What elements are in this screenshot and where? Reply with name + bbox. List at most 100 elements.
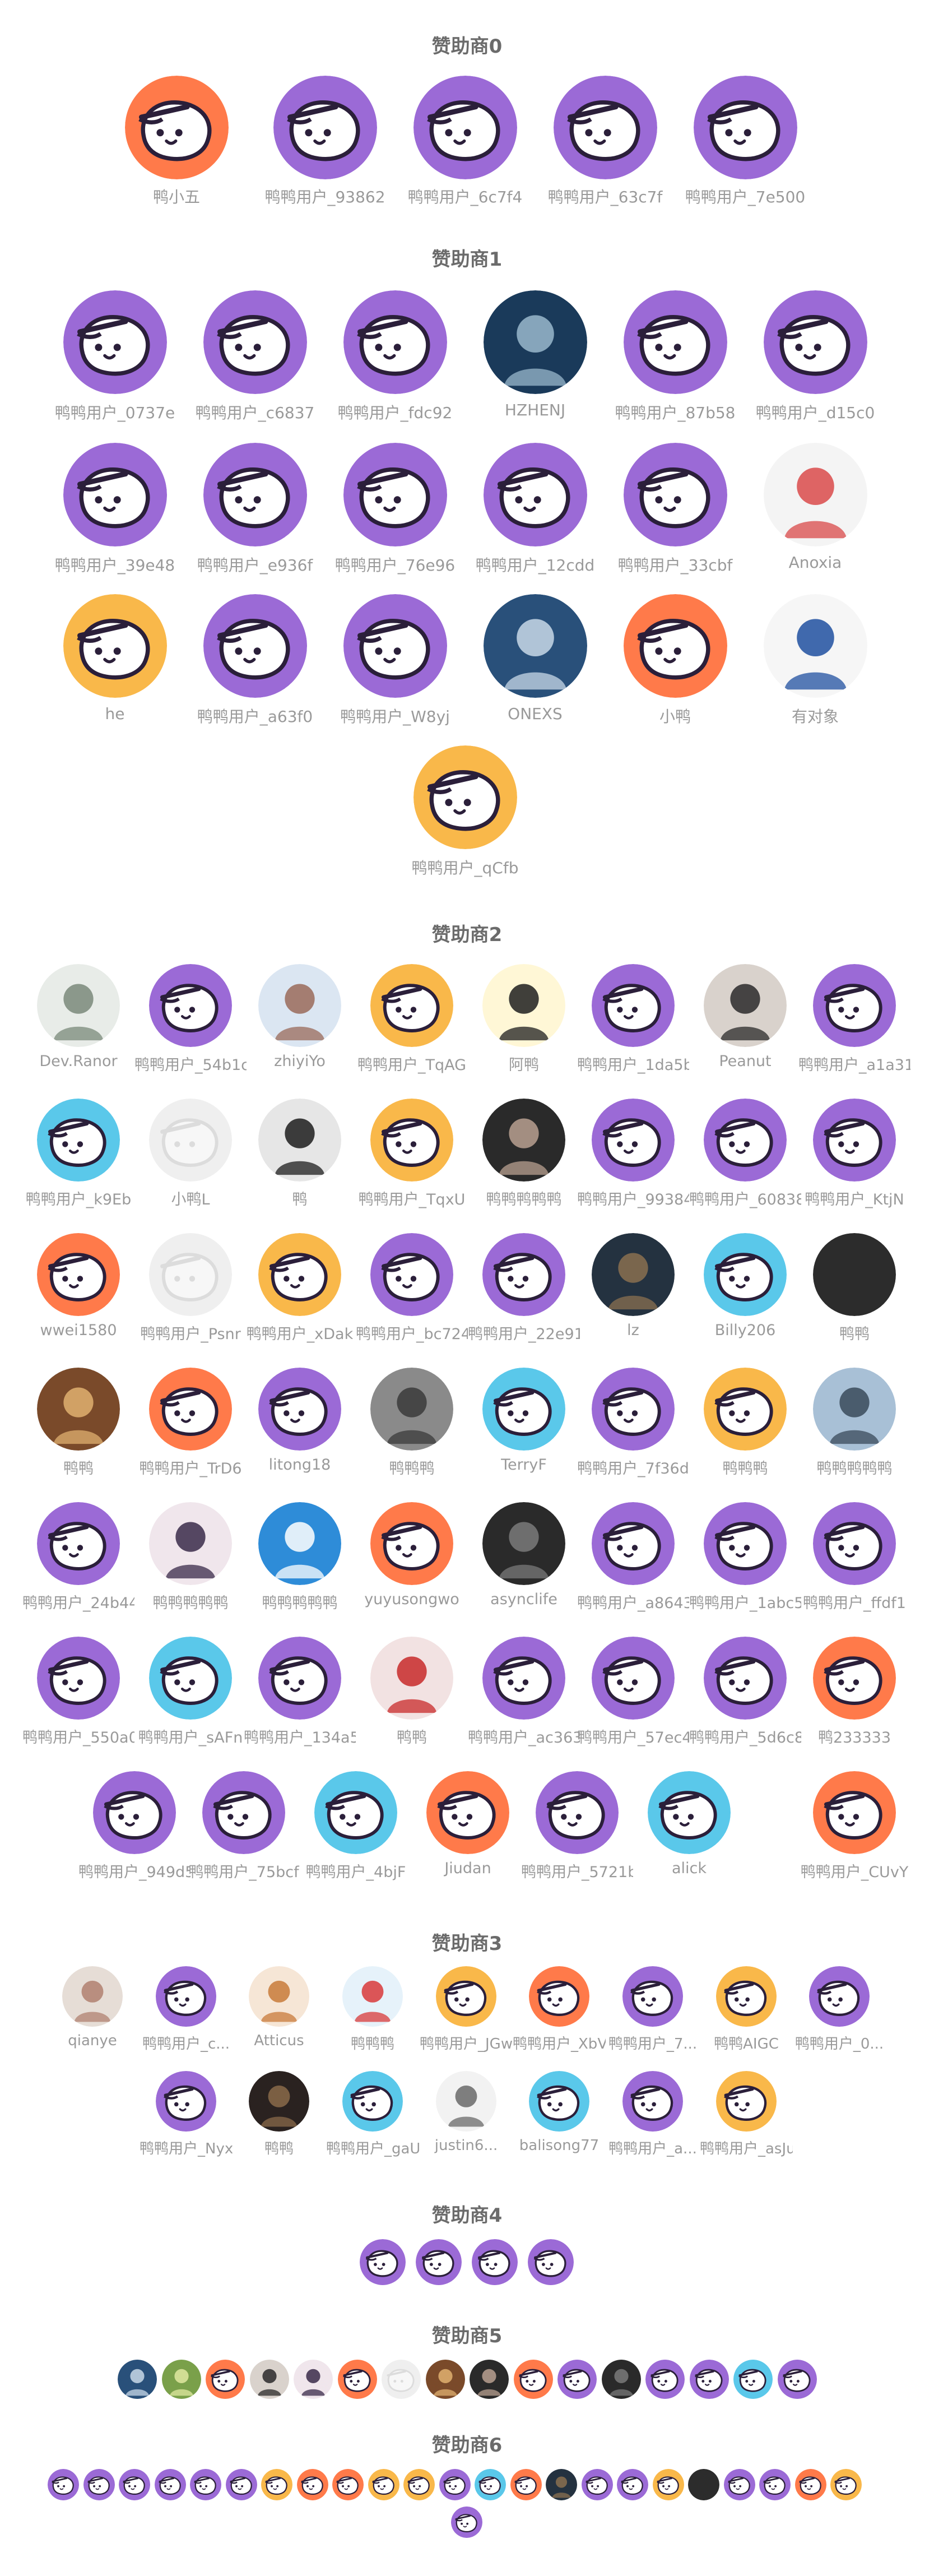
- duck-orange-avatar-icon[interactable]: [124, 76, 229, 179]
- sponsor-user[interactable]: 鸭鸭用户_5721b: [521, 1771, 633, 1882]
- duck-purple-avatar-icon[interactable]: [156, 1966, 216, 2027]
- sponsor-user[interactable]: 鸭鸭用户_sAFn: [134, 1637, 247, 1748]
- sponsor-user[interactable]: 鸭鸭用户_22e91: [468, 1233, 580, 1344]
- sponsor-user[interactable]: 小鸭: [605, 594, 745, 727]
- sponsor-user[interactable]: justin6...: [420, 2071, 513, 2160]
- sponsor-user[interactable]: 鸭鸭用户_XbV...: [513, 1966, 606, 2055]
- duck-purple-avatar-icon[interactable]: [704, 1637, 787, 1720]
- duck-cyan-avatar-icon[interactable]: [342, 2071, 403, 2132]
- duck-purple-avatar-icon[interactable]: [343, 290, 447, 394]
- photo-anime-girl-avatar-icon[interactable]: [294, 2360, 333, 2399]
- duck-yellow-avatar-icon[interactable]: [63, 594, 167, 698]
- duck-purple-avatar-icon[interactable]: [704, 1099, 787, 1182]
- duck-purple-avatar-icon[interactable]: [592, 1637, 675, 1720]
- duck-cyan-avatar-icon[interactable]: [704, 1233, 787, 1316]
- sponsor-user[interactable]: 鸭鸭用户_4bjF: [300, 1771, 412, 1882]
- sponsor-user[interactable]: Peanut: [689, 964, 801, 1075]
- sponsor-user[interactable]: asynclife: [468, 1502, 580, 1613]
- duck-purple-avatar-icon[interactable]: [557, 2360, 597, 2399]
- duck-orange-avatar-icon[interactable]: [426, 1771, 509, 1854]
- sponsor-user[interactable]: he: [45, 594, 185, 727]
- photo-flower-avatar-icon[interactable]: [62, 1966, 123, 2027]
- sponsor-user[interactable]: litong18: [244, 1368, 356, 1479]
- duck-purple-avatar-icon[interactable]: [723, 2469, 755, 2500]
- photo-badge-avatar-icon[interactable]: [763, 594, 867, 698]
- sponsor-user[interactable]: 鸭鸭用户_93862: [255, 76, 395, 207]
- sponsor-user[interactable]: 鸭233333: [798, 1637, 910, 1748]
- duck-yellow-avatar-icon[interactable]: [261, 2469, 292, 2500]
- duck-purple-avatar-icon[interactable]: [203, 443, 307, 546]
- duck-gray-avatar-icon[interactable]: [149, 1099, 232, 1182]
- duck-purple-avatar-icon[interactable]: [343, 594, 447, 698]
- photo-gray-avatar-icon[interactable]: [482, 1502, 565, 1585]
- duck-dark-avatar-icon[interactable]: [813, 1233, 896, 1316]
- duck-orange-avatar-icon[interactable]: [337, 2360, 377, 2399]
- sponsor-user[interactable]: 鸭鸭用户_asJu: [700, 2071, 793, 2160]
- duck-purple-avatar-icon[interactable]: [592, 1368, 675, 1451]
- duck-purple-avatar-icon[interactable]: [119, 2469, 150, 2500]
- duck-purple-avatar-icon[interactable]: [759, 2469, 791, 2500]
- photo-boy-avatar-icon[interactable]: [704, 964, 787, 1047]
- duck-purple-avatar-icon[interactable]: [813, 1502, 896, 1585]
- duck-yellow-avatar-icon[interactable]: [368, 2469, 399, 2500]
- sponsor-user[interactable]: alick: [633, 1771, 745, 1882]
- photo-pika-avatar-icon[interactable]: [482, 964, 565, 1047]
- duck-purple-avatar-icon[interactable]: [581, 2469, 613, 2500]
- sponsor-user[interactable]: 鸭鸭AIGC: [700, 1966, 793, 2055]
- sponsor-user[interactable]: balisong77: [513, 2071, 606, 2160]
- sponsor-user[interactable]: Anoxia: [745, 443, 885, 576]
- photo-portrait-avatar-icon[interactable]: [470, 2360, 509, 2399]
- duck-yellow-avatar-icon[interactable]: [704, 1368, 787, 1451]
- duck-purple-avatar-icon[interactable]: [439, 2469, 471, 2500]
- sponsor-user[interactable]: 鸭鸭用户_57ec4: [577, 1637, 689, 1748]
- sponsor-user[interactable]: 鸭鸭用户_87b58: [605, 290, 745, 423]
- sponsor-user[interactable]: HZHENJ: [465, 290, 605, 423]
- photo-person-avatar-icon[interactable]: [483, 290, 587, 394]
- duck-purple-avatar-icon[interactable]: [528, 2239, 574, 2285]
- duck-purple-avatar-icon[interactable]: [777, 2360, 817, 2399]
- duck-purple-avatar-icon[interactable]: [592, 1099, 675, 1182]
- duck-cyan-avatar-icon[interactable]: [149, 1637, 232, 1720]
- duck-cyan-avatar-icon[interactable]: [529, 2071, 589, 2132]
- duck-purple-avatar-icon[interactable]: [622, 1966, 683, 2027]
- photo-brown-avatar-icon[interactable]: [425, 2360, 465, 2399]
- duck-gray-avatar-icon[interactable]: [382, 2360, 421, 2399]
- sponsor-user[interactable]: wwei1580: [22, 1233, 134, 1344]
- sponsor-user[interactable]: 鸭鸭用户_gaUj: [326, 2071, 419, 2160]
- duck-cyan-avatar-icon[interactable]: [648, 1771, 731, 1854]
- sponsor-user[interactable]: 鸭鸭用户_Nyxq: [140, 2071, 233, 2160]
- sponsor-user[interactable]: 鸭鸭用户_7...: [606, 1966, 699, 2055]
- duck-yellow-avatar-icon[interactable]: [436, 1966, 496, 2027]
- duck-purple-avatar-icon[interactable]: [48, 2469, 79, 2500]
- duck-orange-avatar-icon[interactable]: [794, 2469, 826, 2500]
- photo-mouse-avatar-icon[interactable]: [37, 964, 120, 1047]
- duck-purple-avatar-icon[interactable]: [689, 2360, 729, 2399]
- duck-purple-avatar-icon[interactable]: [203, 290, 307, 394]
- sponsor-user[interactable]: 鸭鸭用户_a...: [606, 2071, 699, 2160]
- duck-purple-avatar-icon[interactable]: [258, 1368, 341, 1451]
- sponsor-user[interactable]: Billy206: [689, 1233, 801, 1344]
- duck-cyan-avatar-icon[interactable]: [314, 1771, 397, 1854]
- sponsor-user[interactable]: 鸭鸭用户_c6837: [185, 290, 325, 423]
- photo-mountain-avatar-icon[interactable]: [592, 1233, 675, 1316]
- duck-purple-avatar-icon[interactable]: [617, 2469, 648, 2500]
- duck-purple-avatar-icon[interactable]: [360, 2239, 406, 2285]
- duck-purple-avatar-icon[interactable]: [37, 1637, 120, 1720]
- photo-bear-avatar-icon[interactable]: [249, 1966, 309, 2027]
- duck-orange-avatar-icon[interactable]: [813, 1771, 896, 1854]
- sponsor-user[interactable]: 鸭鸭: [356, 1637, 468, 1748]
- duck-gray-avatar-icon[interactable]: [149, 1233, 232, 1316]
- duck-purple-avatar-icon[interactable]: [154, 2469, 186, 2500]
- duck-orange-avatar-icon[interactable]: [149, 1368, 232, 1451]
- sponsor-user[interactable]: TerryF: [468, 1368, 580, 1479]
- sponsor-user[interactable]: 鸭鸭用户_0...: [793, 1966, 886, 2055]
- duck-purple-avatar-icon[interactable]: [156, 2071, 216, 2132]
- sponsor-user[interactable]: 鸭鸭: [233, 2071, 326, 2160]
- sponsor-user[interactable]: 鸭鸭用户_33cbf: [605, 443, 745, 576]
- sponsor-user[interactable]: 鸭鸭用户_bc724: [356, 1233, 468, 1344]
- photo-blue-avatar-icon[interactable]: [118, 2360, 157, 2399]
- duck-purple-avatar-icon[interactable]: [416, 2239, 462, 2285]
- sponsor-user[interactable]: 鸭鸭用户_7f36d: [577, 1368, 689, 1479]
- photo-redhair-avatar-icon[interactable]: [370, 1637, 453, 1720]
- duck-purple-avatar-icon[interactable]: [273, 76, 377, 179]
